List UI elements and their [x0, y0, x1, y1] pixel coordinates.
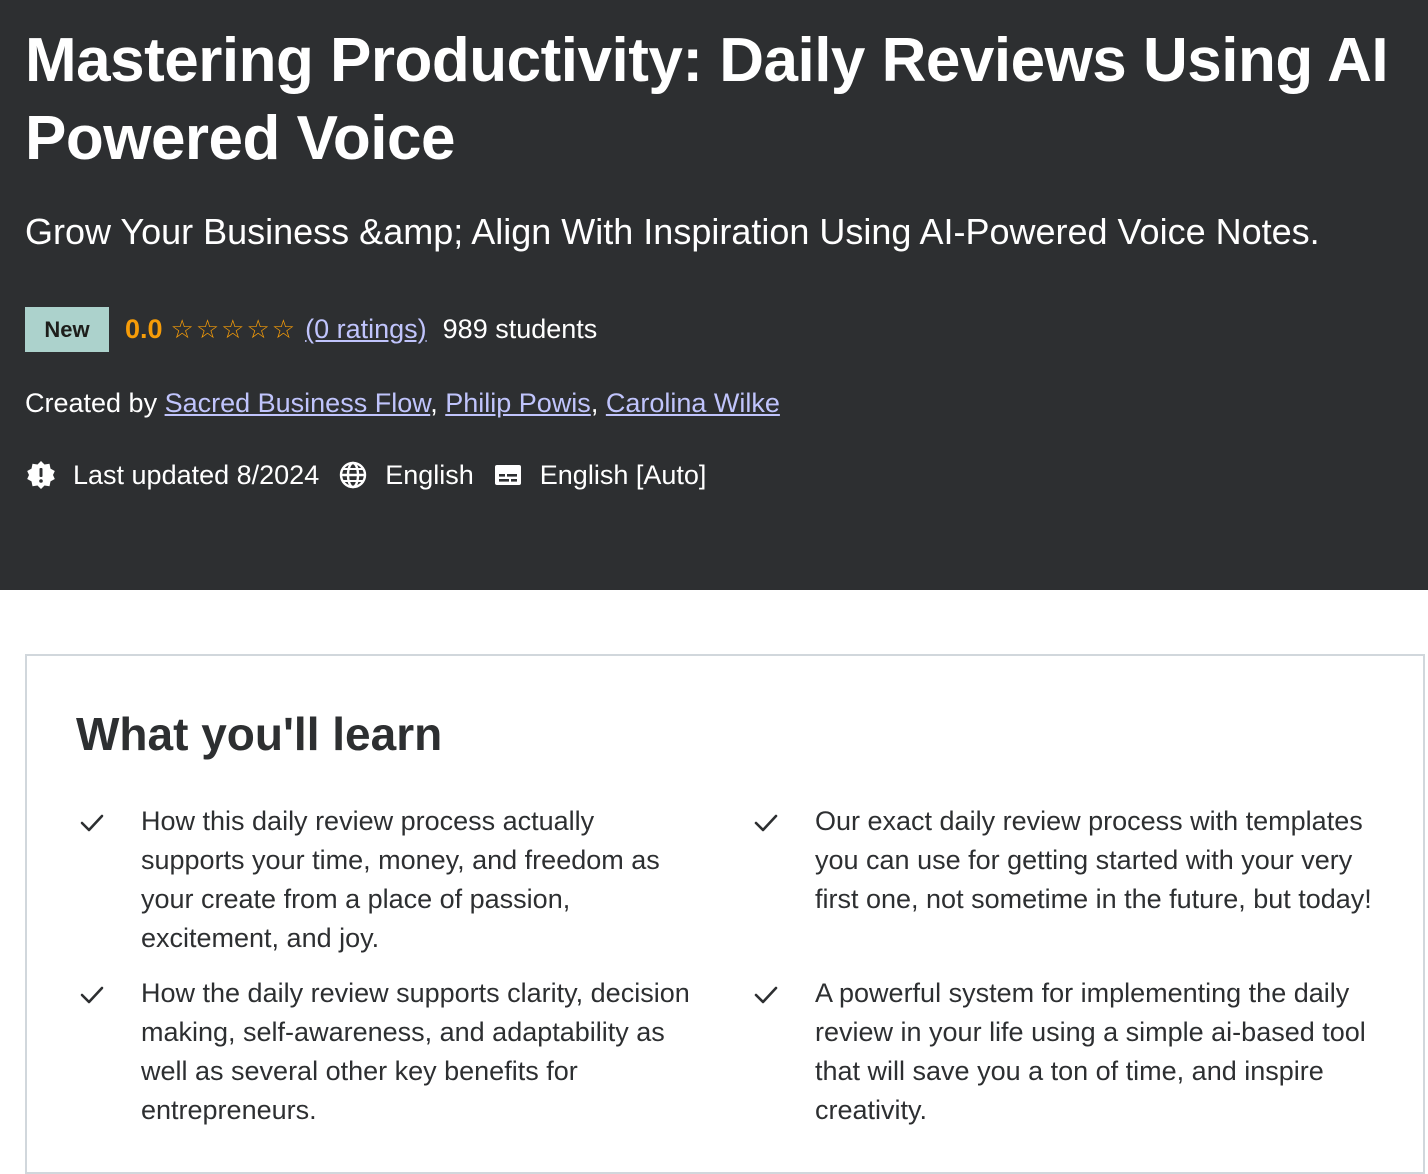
instructor-link-carolina-wilke[interactable]: Carolina Wilke [606, 388, 780, 418]
closed-captions-icon [492, 459, 524, 491]
star-rating: ☆ ☆ ☆ ☆ ☆ [171, 317, 298, 343]
course-header: Mastering Productivity: Daily Reviews Us… [0, 0, 1428, 590]
course-meta: Last updated 8/2024 English English [Aut… [25, 456, 724, 494]
course-language: English [385, 459, 474, 490]
learn-item-text: How this daily review process actually s… [141, 806, 660, 953]
instructor-link-sacred-business-flow[interactable]: Sacred Business Flow [165, 388, 431, 418]
section-title: What you'll learn [76, 708, 443, 760]
check-icon [80, 986, 104, 1004]
alert-badge-icon [25, 459, 57, 491]
check-icon [754, 814, 778, 832]
last-updated: Last updated 8/2024 [73, 459, 320, 490]
check-icon [754, 986, 778, 1004]
learn-item-text: How the daily review supports clarity, d… [141, 978, 690, 1125]
rating-value: 0.0 [125, 314, 163, 344]
course-title: Mastering Productivity: Daily Reviews Us… [25, 26, 1389, 173]
star-outline-icon: ☆ [271, 314, 296, 345]
course-captions: English [Auto] [539, 459, 707, 490]
star-outline-icon: ☆ [170, 314, 194, 345]
students-count: 989 students [442, 314, 598, 344]
instructor-separator: , [430, 388, 438, 418]
star-outline-icon: ☆ [195, 314, 220, 345]
ratings-count-link[interactable]: (0 ratings) [305, 314, 427, 345]
globe-icon [337, 459, 369, 491]
star-outline-icon: ☆ [246, 314, 270, 345]
created-by-label: Created by [25, 388, 158, 418]
rating-row: New 0.0 ☆ ☆ ☆ ☆ ☆ (0 ratings) 989 studen… [25, 307, 597, 352]
learn-item-text: A powerful system for implementing the d… [815, 978, 1366, 1125]
star-outline-icon: ☆ [221, 314, 245, 345]
instructor-link-philip-powis[interactable]: Philip Powis [445, 388, 591, 418]
what-youll-learn-section: What you'll learn How this daily review … [25, 654, 1425, 1174]
learn-item-text: Our exact daily review process with temp… [815, 806, 1372, 914]
instructor-separator: , [590, 388, 599, 418]
new-badge: New [25, 307, 109, 352]
course-subtitle: Grow Your Business &amp; Align With Insp… [25, 211, 1320, 252]
check-icon [80, 814, 104, 832]
created-by: Created by Sacred Business Flow, Philip … [25, 385, 780, 421]
